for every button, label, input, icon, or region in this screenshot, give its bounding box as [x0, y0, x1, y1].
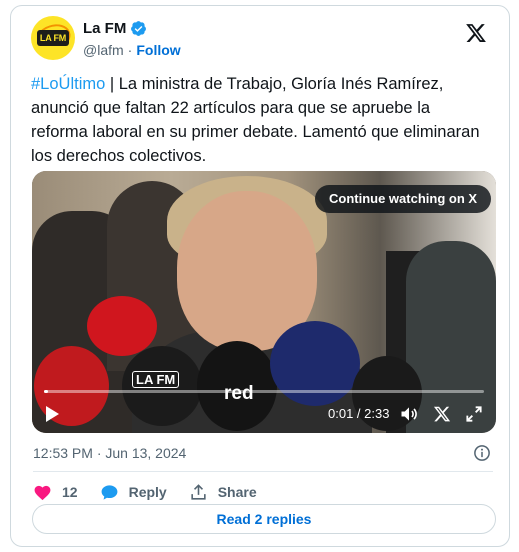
- separator-dot: ·: [127, 42, 133, 58]
- tweet-actions: 12 Reply Share: [33, 478, 279, 506]
- info-icon[interactable]: [473, 444, 491, 462]
- share-button[interactable]: Share: [189, 483, 257, 502]
- like-count: 12: [62, 484, 78, 500]
- avatar-logo: LA FM: [37, 30, 69, 46]
- volume-icon[interactable]: [399, 404, 419, 424]
- microphone-lafm-label: LA FM: [132, 371, 180, 388]
- read-replies-button[interactable]: Read 2 replies: [32, 504, 496, 534]
- like-button[interactable]: 12: [33, 483, 78, 502]
- share-label: Share: [217, 484, 257, 500]
- video-progress-bar[interactable]: [44, 390, 484, 393]
- tweet-header: LA FM La FM @lafm · Follow: [31, 16, 495, 64]
- x-logo-icon[interactable]: [465, 22, 487, 44]
- author-name-row: La FM: [83, 20, 147, 37]
- tweet-meta-row: 12:53 PM · Jun 13, 2024: [33, 442, 493, 464]
- reply-label: Reply: [128, 484, 167, 500]
- expand-icon[interactable]: [464, 404, 484, 424]
- video-time: 0:01 / 2:33: [328, 406, 390, 421]
- continue-watching-button[interactable]: Continue watching on X: [315, 185, 492, 213]
- video-progress-fill: [44, 390, 49, 393]
- tweet-text: #LoÚltimo | La ministra de Trabajo, Glor…: [31, 72, 491, 168]
- microphone-red: [87, 296, 157, 356]
- heart-icon: [34, 485, 51, 500]
- tweet-timestamp[interactable]: 12:53 PM · Jun 13, 2024: [33, 445, 186, 461]
- play-icon[interactable]: [44, 405, 60, 423]
- hashtag-link[interactable]: #LoÚltimo: [31, 75, 105, 93]
- reply-bubble-icon: [101, 484, 117, 500]
- x-small-icon[interactable]: [433, 405, 451, 423]
- video-controls: 0:01 / 2:33: [32, 401, 496, 427]
- video-player[interactable]: LA FM red Continue watching on X 0:01 / …: [32, 171, 496, 433]
- author-handle-row: @lafm · Follow: [83, 42, 181, 58]
- microphone-blue: [270, 321, 360, 406]
- tweet-embed-card: LA FM La FM @lafm · Follow #LoÚltimo | L…: [10, 5, 510, 547]
- divider: [33, 471, 493, 472]
- author-name[interactable]: La FM: [83, 20, 126, 37]
- verified-badge-icon: [131, 21, 147, 36]
- follow-button[interactable]: Follow: [136, 42, 180, 58]
- author-handle[interactable]: @lafm: [83, 42, 124, 58]
- avatar[interactable]: LA FM: [31, 16, 75, 60]
- reply-button[interactable]: Reply: [100, 483, 167, 502]
- share-icon: [191, 483, 206, 500]
